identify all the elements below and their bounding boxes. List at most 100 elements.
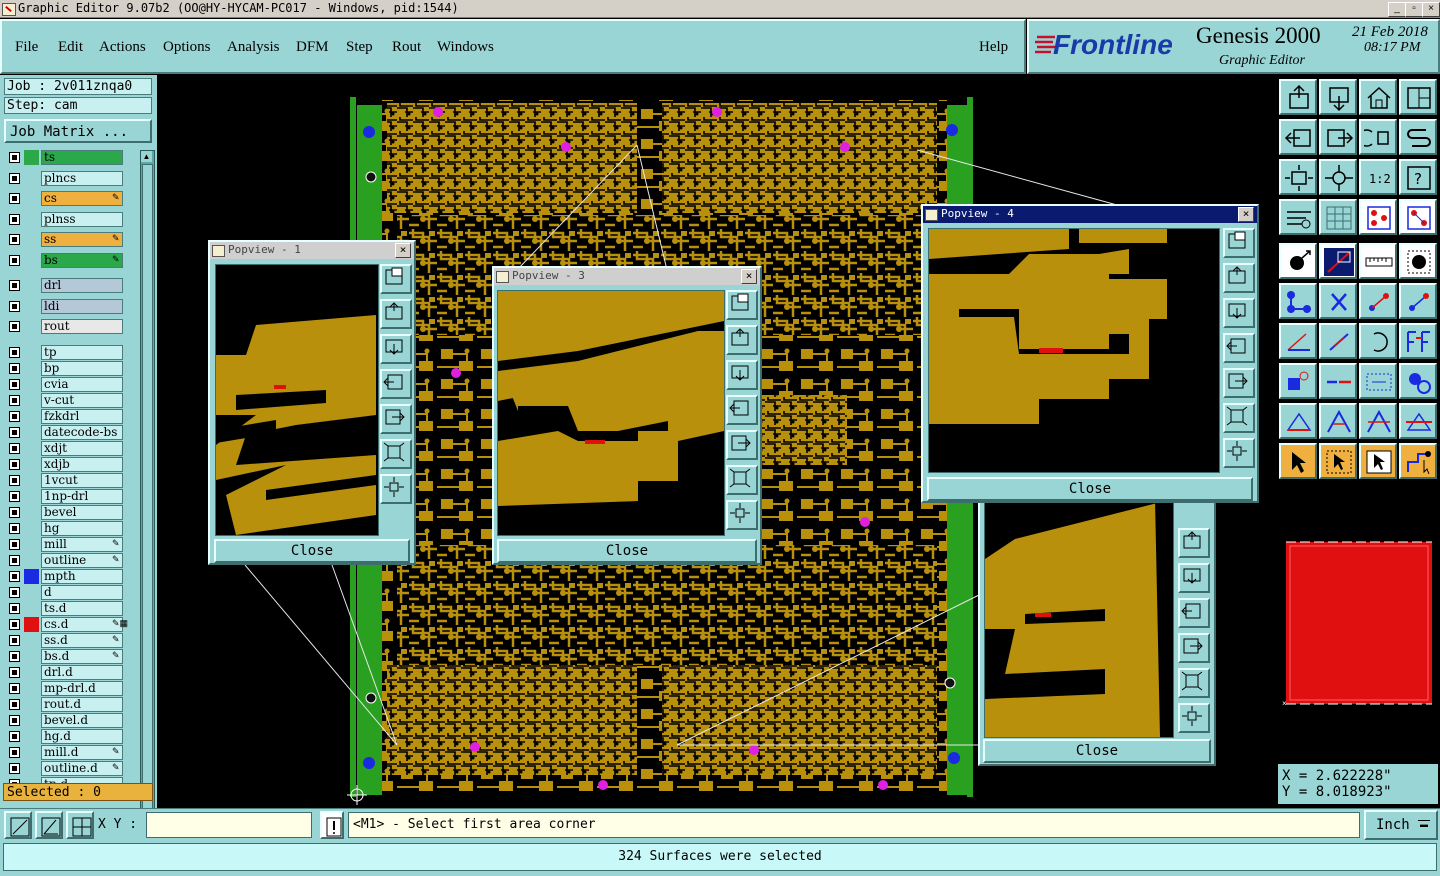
snap-grid-icon[interactable] — [66, 811, 94, 839]
menu-help[interactable]: Help — [979, 39, 1008, 56]
layer-row[interactable]: cs.d ✎▦ — [4, 616, 139, 632]
layer-color-swatch[interactable] — [24, 191, 39, 206]
layer-color-swatch[interactable] — [24, 553, 39, 568]
layer-name[interactable]: bevel.d — [41, 712, 123, 728]
layer-checkbox[interactable] — [9, 538, 20, 550]
pan-right-icon[interactable] — [1319, 119, 1357, 155]
layer-name[interactable]: mill — [41, 536, 123, 552]
layer-row[interactable]: ss ✎ — [4, 232, 139, 247]
zoom-1-2-icon[interactable]: 1:2 — [1359, 159, 1397, 195]
layer-name[interactable]: mpth — [41, 568, 123, 584]
layer-checkbox[interactable] — [9, 474, 20, 486]
snap-pads-icon[interactable] — [1359, 199, 1397, 235]
split-view-icon[interactable] — [1399, 79, 1437, 115]
popview-1-window[interactable]: Popview - 1 × Close — [208, 240, 416, 565]
layer-checkbox[interactable] — [9, 682, 20, 694]
measure-icon[interactable] — [1359, 363, 1397, 399]
popview-4-view[interactable] — [928, 228, 1220, 473]
line-split-icon[interactable] — [1319, 363, 1357, 399]
layer-checkbox[interactable] — [9, 762, 20, 774]
layer-checkbox[interactable] — [9, 234, 20, 245]
layer-row[interactable]: 1np-drl — [4, 488, 139, 504]
text-f-icon[interactable] — [1399, 323, 1437, 359]
layer-color-swatch[interactable] — [24, 409, 39, 424]
layer-row[interactable]: hg.d — [4, 728, 139, 744]
layer-row[interactable]: ss.d ✎ — [4, 632, 139, 648]
layer-checkbox[interactable] — [9, 458, 20, 470]
layer-row[interactable]: rout.d — [4, 696, 139, 712]
snap-connect-icon[interactable] — [1399, 199, 1437, 235]
units-selector[interactable]: Inch ▬ — [1364, 810, 1438, 840]
layer-color-swatch[interactable] — [24, 345, 39, 360]
layer-name[interactable]: tp — [41, 344, 123, 360]
layer-checkbox[interactable] — [9, 522, 20, 534]
layer-row[interactable]: mill ✎ — [4, 536, 139, 552]
layer-row[interactable]: cs ✎ — [4, 191, 139, 206]
popview-1-close-icon[interactable]: × — [395, 243, 411, 258]
layer-name[interactable]: d — [41, 584, 123, 600]
layer-color-swatch[interactable] — [24, 537, 39, 552]
layer-row[interactable]: ldi — [4, 298, 139, 314]
rotate-icon[interactable] — [1359, 119, 1397, 155]
pan-down-icon[interactable] — [1319, 79, 1357, 115]
layer-row[interactable]: xdjb — [4, 456, 139, 472]
layer-color-swatch[interactable] — [24, 473, 39, 488]
layer-row[interactable]: tp — [4, 344, 139, 360]
surface-icon[interactable] — [1319, 403, 1357, 439]
layer-color-swatch[interactable] — [24, 232, 39, 247]
maximize-button[interactable]: ▫ — [1405, 2, 1423, 17]
layer-color-swatch[interactable] — [24, 568, 39, 584]
layer-color-swatch[interactable] — [24, 441, 39, 456]
layer-row[interactable]: v-cut — [4, 392, 139, 408]
select-area-icon[interactable] — [1359, 443, 1397, 479]
popview-3-view[interactable] — [497, 290, 725, 536]
layer-row[interactable]: outline.d ✎ — [4, 760, 139, 776]
polygon-icon[interactable] — [1279, 403, 1317, 439]
layer-name[interactable]: 1vcut — [41, 472, 123, 488]
layer-row[interactable]: drl.d — [4, 664, 139, 680]
layer-name[interactable]: xdjb — [41, 456, 123, 472]
add-line-icon[interactable] — [1319, 243, 1357, 279]
scroll-up-icon[interactable]: ▲ — [141, 151, 152, 162]
layer-checkbox[interactable] — [9, 634, 20, 646]
gear-icon[interactable] — [1399, 363, 1437, 399]
layer-checkbox[interactable] — [9, 152, 20, 163]
layer-row[interactable]: bevel — [4, 504, 139, 520]
layer-row[interactable]: outline ✎ — [4, 552, 139, 568]
layer-checkbox[interactable] — [9, 586, 20, 598]
layer-name[interactable]: ss — [41, 232, 123, 247]
layer-checkbox[interactable] — [9, 506, 20, 518]
ruler-icon[interactable] — [1359, 243, 1397, 279]
menu-rout[interactable]: Rout — [392, 39, 421, 56]
layer-row[interactable]: mpth — [4, 568, 139, 584]
layer-row[interactable]: 1vcut — [4, 472, 139, 488]
layer-color-swatch[interactable] — [24, 377, 39, 392]
layer-name[interactable]: bs.d — [41, 648, 123, 664]
layer-name[interactable]: cs — [41, 191, 123, 206]
popview-2-close-button[interactable]: Close — [983, 739, 1211, 763]
layer-checkbox[interactable] — [9, 410, 20, 422]
layer-checkbox[interactable] — [9, 730, 20, 742]
zoom-center-icon[interactable] — [1319, 159, 1357, 195]
layer-row[interactable]: mill.d ✎ — [4, 744, 139, 760]
layer-name[interactable]: datecode-bs — [41, 424, 123, 440]
diagonal-line-icon[interactable] — [1319, 323, 1357, 359]
add-feature-icon[interactable] — [1279, 243, 1317, 279]
layer-checkbox[interactable] — [9, 618, 20, 630]
overview-map[interactable]: × — [1278, 538, 1438, 708]
layer-row[interactable]: mp-drl.d — [4, 680, 139, 696]
layer-row[interactable]: datecode-bs — [4, 424, 139, 440]
layer-checkbox[interactable] — [9, 321, 20, 332]
layer-color-swatch[interactable] — [24, 697, 39, 712]
arc-icon[interactable] — [1359, 323, 1397, 359]
layer-settings-icon[interactable] — [1279, 199, 1317, 235]
zoom-area-icon[interactable] — [4, 811, 32, 839]
popview-4-close-button[interactable]: Close — [927, 477, 1253, 501]
layer-name[interactable]: mill.d — [41, 744, 123, 760]
layer-name[interactable]: v-cut — [41, 392, 123, 408]
layer-checkbox[interactable] — [9, 698, 20, 710]
layer-name[interactable]: bevel — [41, 504, 123, 520]
layer-name[interactable]: rout.d — [41, 696, 123, 712]
select-net-icon[interactable] — [1399, 443, 1437, 479]
popview-3-close-icon[interactable]: × — [741, 269, 757, 284]
